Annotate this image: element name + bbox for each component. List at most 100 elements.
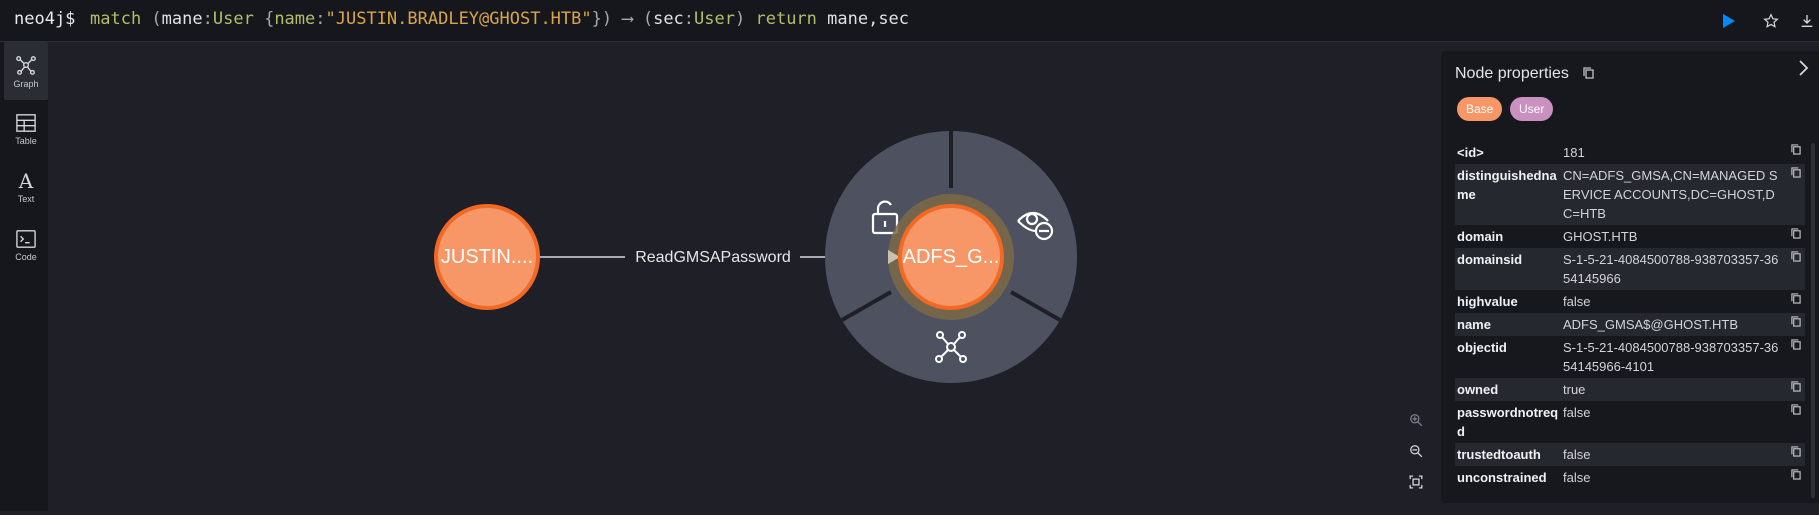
property-row: trustedtoauth false (1455, 443, 1805, 466)
download-icon (1801, 15, 1813, 27)
label-pill-base[interactable]: Base (1457, 97, 1503, 121)
graph-icon (16, 55, 36, 75)
property-value: false (1563, 294, 1591, 309)
copy-icon[interactable] (1791, 167, 1801, 178)
download-button[interactable] (1794, 8, 1819, 34)
copy-icon[interactable] (1791, 316, 1801, 327)
sidebar-item-label: Code (15, 251, 37, 262)
query-token: match (90, 9, 142, 29)
property-key: domain (1457, 229, 1504, 244)
property-value: CN=ADFS_GMSA,CN=MANAGED SERVICE ACCOUNTS… (1563, 168, 1778, 221)
panel-title: Node properties (1455, 65, 1569, 82)
query-token: sec (653, 9, 684, 29)
copy-icon[interactable] (1791, 404, 1801, 415)
query-token: : (315, 9, 326, 29)
property-key: owned (1457, 382, 1499, 397)
label-pill-user[interactable]: User (1510, 97, 1554, 121)
property-key: objectid (1457, 340, 1507, 355)
sidebar-item-table[interactable]: Table (4, 100, 48, 158)
copy-icon[interactable] (1791, 381, 1801, 392)
play-icon (1723, 14, 1735, 28)
query-token: }) (591, 9, 623, 29)
property-key: name (1457, 317, 1491, 332)
sidebar-item-label: Text (17, 193, 35, 204)
query-token: mane (161, 9, 203, 29)
property-row: unconstrained false (1455, 466, 1805, 489)
query-token: { (253, 9, 275, 29)
property-row: name ADFS_GMSA$@GHOST.HTB (1455, 313, 1805, 336)
property-value: true (1563, 382, 1586, 397)
property-row: owned true (1455, 378, 1805, 401)
property-value: false (1563, 470, 1591, 485)
code-icon (16, 229, 36, 248)
run-button[interactable] (1716, 8, 1742, 34)
property-key: domainsid (1457, 252, 1523, 267)
property-key: trustedtoauth (1457, 447, 1541, 462)
property-value: false (1563, 447, 1591, 462)
property-value: 181 (1563, 145, 1585, 160)
prompt-label: neo4j$ (14, 9, 76, 29)
query-token: User (694, 9, 735, 29)
sidebar-item-text[interactable]: A Text (4, 158, 48, 216)
query-token: ( (141, 9, 162, 29)
copy-icon[interactable] (1791, 469, 1801, 480)
query-token: ⟶ (622, 9, 633, 29)
query-token: name (274, 9, 316, 29)
property-value: S-1-5-21-4084500788-938703357-3654145966… (1563, 340, 1779, 374)
property-row: objectid S-1-5-21-4084500788-938703357-36… (1455, 336, 1805, 378)
property-value: GHOST.HTB (1563, 229, 1638, 244)
query-token: : (683, 9, 695, 29)
property-row: highvalue false (1455, 290, 1805, 313)
graph-canvas[interactable]: ReadGMSAPassword JUSTIN.... ADFS_G... (48, 42, 1441, 511)
sidebar-item-label: Graph (13, 78, 39, 89)
query-editor[interactable]: match (mane:User {name:"JUSTIN.BRADLEY@G… (90, 9, 909, 29)
graph-svg: ReadGMSAPassword JUSTIN.... ADFS_G... (434, 131, 1077, 383)
node-source[interactable]: JUSTIN.... (434, 204, 540, 310)
node-properties-panel: Node properties Base User <id> 181 disting… (1441, 51, 1819, 503)
property-row: passwordnotreqd false (1455, 401, 1805, 443)
sidebar-item-code[interactable]: Code (4, 216, 48, 274)
favorite-button[interactable] (1758, 8, 1784, 34)
chevron-right-icon[interactable] (1797, 59, 1811, 77)
table-icon (16, 113, 36, 132)
query-token: mane,sec (816, 9, 910, 29)
property-key: distinguishedname (1457, 168, 1557, 202)
fit-to-screen-button[interactable] (1404, 470, 1428, 494)
query-token: return (755, 9, 817, 29)
query-token: ( (632, 9, 654, 29)
properties-scrollbar[interactable] (1811, 143, 1815, 498)
property-value: ADFS_GMSA$@GHOST.HTB (1563, 317, 1739, 332)
relationship-label[interactable]: ReadGMSAPassword (635, 249, 791, 266)
text-icon: A (18, 168, 34, 193)
zoom-out-icon (1410, 445, 1423, 458)
sidebar-item-label: Table (15, 135, 37, 146)
sidebar-item-graph[interactable]: Graph (4, 42, 48, 100)
query-token: User (212, 9, 254, 29)
view-sidebar: Graph Table A Text Code (0, 42, 48, 511)
query-token: "JUSTIN.BRADLEY@GHOST.HTB" (325, 9, 592, 29)
zoom-in-icon (1410, 414, 1423, 427)
copy-icon[interactable] (1791, 339, 1801, 350)
property-value: S-1-5-21-4084500788-938703357-3654145966 (1563, 252, 1779, 286)
property-key: unconstrained (1457, 470, 1547, 485)
property-row: <id> 181 (1455, 141, 1805, 164)
node-caption: ADFS_G... (903, 246, 1000, 268)
zoom-controls (1400, 408, 1432, 504)
query-token: : (202, 9, 213, 29)
star-icon (1763, 13, 1779, 28)
query-bar: neo4j$ match (mane:User {name:"JUSTIN.BR… (0, 0, 1819, 42)
copy-icon[interactable] (1583, 67, 1594, 79)
copy-icon[interactable] (1791, 228, 1801, 239)
property-key: highvalue (1457, 294, 1518, 309)
query-token: ) (735, 9, 756, 29)
property-row: domain GHOST.HTB (1455, 225, 1805, 248)
zoom-in-button[interactable] (1404, 408, 1428, 432)
fit-screen-icon (1409, 475, 1423, 489)
copy-icon[interactable] (1791, 144, 1801, 155)
copy-icon[interactable] (1791, 251, 1801, 262)
copy-icon[interactable] (1791, 446, 1801, 457)
copy-icon[interactable] (1791, 293, 1801, 304)
zoom-out-button[interactable] (1404, 439, 1428, 463)
node-target[interactable]: ADFS_G... (898, 204, 1004, 310)
property-row: domainsid S-1-5-21-4084500788-938703357-3… (1455, 248, 1805, 290)
